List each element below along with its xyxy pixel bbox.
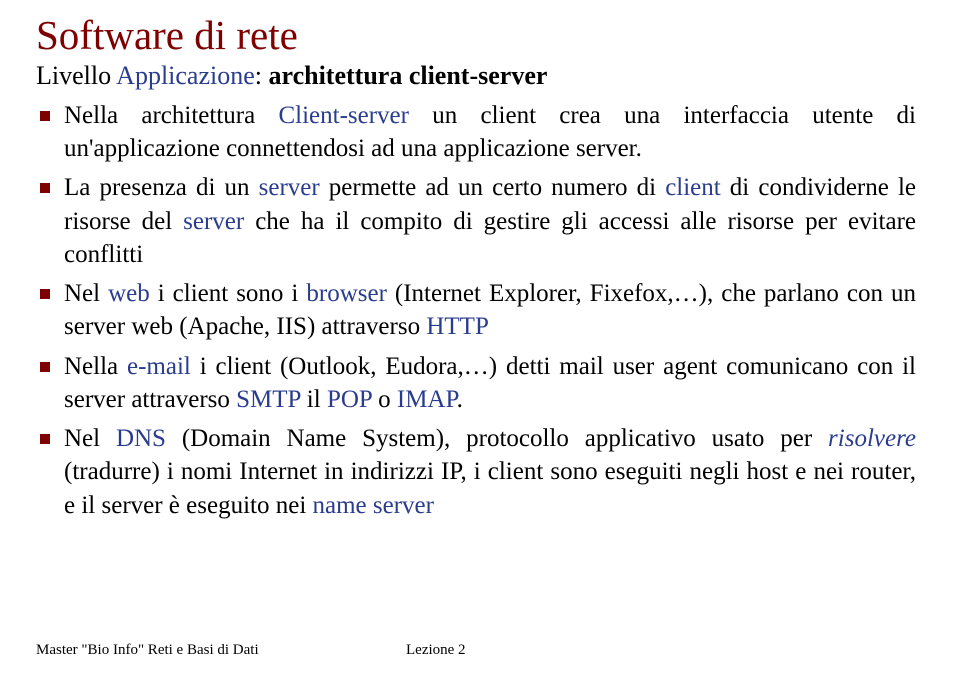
bullet-text: Nella bbox=[64, 353, 127, 380]
bullet-text: il bbox=[301, 386, 327, 413]
bullet-item: La presenza di un server permette ad un … bbox=[36, 171, 916, 271]
subtitle-sep: : bbox=[255, 61, 269, 90]
bullet-list: Nella architettura Client-server un clie… bbox=[36, 99, 916, 522]
bullet-text-highlight: HTTP bbox=[426, 313, 489, 340]
bullet-text: (tradurre) i nomi Internet in indirizzi … bbox=[64, 458, 916, 518]
bullet-text-highlight: server bbox=[183, 208, 244, 235]
bullet-item: Nella architettura Client-server un clie… bbox=[36, 99, 916, 166]
bullet-text-highlight: client bbox=[665, 174, 721, 201]
slide-subtitle: Livello Applicazione: architettura clien… bbox=[36, 59, 916, 93]
bullet-text: Nella architettura bbox=[64, 102, 278, 129]
bullet-text-highlight: e-mail bbox=[127, 353, 191, 380]
bullet-text: Nel bbox=[64, 425, 116, 452]
bullet-text-highlight: Client-server bbox=[278, 102, 409, 129]
bullet-text: (Domain Name System), protocollo applica… bbox=[166, 425, 828, 452]
bullet-text-highlight: risolvere bbox=[828, 425, 916, 452]
footer-left: Master "Bio Info" Reti e Basi di Dati bbox=[36, 642, 259, 659]
slide-footer: Master "Bio Info" Reti e Basi di Dati Le… bbox=[36, 642, 916, 659]
subtitle-bold: architettura client-server bbox=[269, 61, 548, 90]
bullet-item: Nel DNS (Domain Name System), protocollo… bbox=[36, 422, 916, 522]
bullet-text: i client sono i bbox=[150, 280, 307, 307]
bullet-text-highlight: web bbox=[108, 280, 150, 307]
bullet-text: i client (Outlook, Eudora,…) detti mail … bbox=[64, 353, 916, 413]
bullet-text-highlight: DNS bbox=[116, 425, 166, 452]
bullet-text-highlight: server bbox=[259, 174, 320, 201]
bullet-text: o bbox=[372, 386, 397, 413]
bullet-text-highlight: SMTP bbox=[236, 386, 300, 413]
bullet-text-highlight: browser bbox=[306, 280, 387, 307]
bullet-item: Nel web i client sono i browser (Interne… bbox=[36, 277, 916, 344]
subtitle-blueword: Applicazione bbox=[116, 61, 255, 90]
bullet-text: permette ad un certo numero di bbox=[320, 174, 665, 201]
bullet-text-highlight: POP bbox=[327, 386, 372, 413]
bullet-text: . bbox=[457, 386, 463, 413]
footer-center: Lezione 2 bbox=[406, 642, 466, 659]
bullet-text-highlight: name server bbox=[313, 492, 434, 519]
bullet-text: Nel bbox=[64, 280, 108, 307]
slide-title: Software di rete bbox=[36, 12, 916, 59]
bullet-text: La presenza di un bbox=[64, 174, 259, 201]
bullet-item: Nella e-mail i client (Outlook, Eudora,…… bbox=[36, 350, 916, 417]
subtitle-pre: Livello bbox=[36, 61, 116, 90]
bullet-text-highlight: IMAP bbox=[397, 386, 457, 413]
